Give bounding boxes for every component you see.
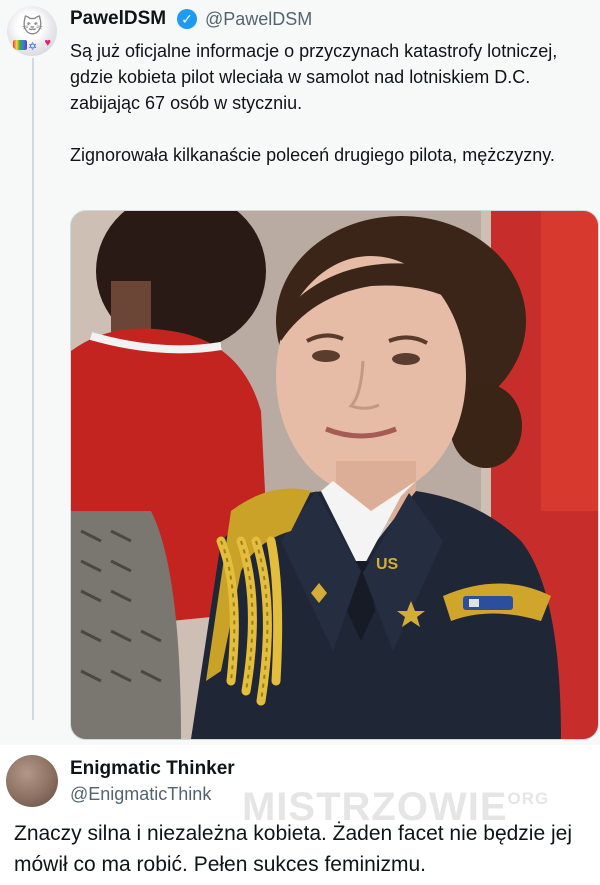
tweet-card[interactable]: 🐱 ✡ ♥ PawelDSM ✓ @PawelDSM Są już oficja… — [0, 0, 600, 745]
tweet-paragraph: Zignorowała kilkanaście poleceń drugiego… — [70, 145, 555, 165]
tweet-photo[interactable]: US — [70, 210, 599, 740]
author-name[interactable]: PawelDSM — [70, 8, 166, 30]
verified-badge-icon: ✓ — [177, 9, 197, 29]
photo-illustration: US — [71, 211, 598, 739]
watermark-suffix: ORG — [507, 789, 550, 808]
reply-card[interactable]: Enigmatic Thinker @EnigmaticThink MISTRZ… — [0, 745, 600, 885]
tweet-text: Są już oficjalne informacje o przyczynac… — [70, 38, 590, 168]
reply-author-name[interactable]: Enigmatic Thinker — [70, 758, 235, 780]
tweet-paragraph: Są już oficjalne informacje o przyczynac… — [70, 41, 558, 113]
thread-line — [32, 58, 34, 720]
reply-text: Znaczy silna i niezależna kobieta. Żaden… — [14, 822, 572, 876]
author-handle[interactable]: @PawelDSM — [205, 9, 312, 30]
avatar[interactable]: 🐱 ✡ ♥ — [7, 6, 57, 56]
rainbow-flag-icon — [13, 40, 27, 50]
svg-text:US: US — [376, 556, 399, 573]
heart-icon: ♥ — [44, 37, 51, 49]
avatar[interactable] — [6, 755, 58, 807]
star-icon: ✡ — [28, 41, 38, 53]
reply-author-handle[interactable]: @EnigmaticThink — [70, 784, 211, 805]
cat-icon: 🐱 — [22, 16, 43, 38]
